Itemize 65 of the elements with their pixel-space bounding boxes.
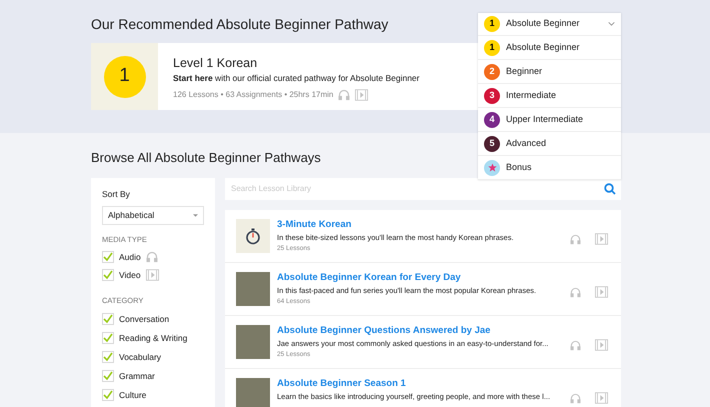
- dropdown-trigger[interactable]: 1 Absolute Beginner: [478, 13, 621, 36]
- dropdown-option[interactable]: Bonus: [478, 156, 621, 180]
- filter-label: Audio: [119, 250, 141, 264]
- video-icon: [355, 89, 368, 101]
- chevron-down-icon: [608, 22, 615, 26]
- filter-label: Video: [119, 268, 141, 282]
- photo-placeholder[interactable]: [236, 325, 270, 359]
- checkbox[interactable]: [102, 351, 114, 364]
- series-title[interactable]: Absolute Beginner Korean for Every Day: [277, 272, 570, 284]
- checkbox[interactable]: [102, 332, 114, 344]
- headphones-icon: [570, 392, 581, 404]
- filter-label: Grammar: [119, 370, 155, 383]
- headphones-icon: [146, 251, 158, 263]
- dropdown-option[interactable]: 1 Absolute Beginner: [478, 36, 621, 60]
- checkmark-icon: [103, 314, 113, 324]
- video-icon: [146, 269, 159, 281]
- star-icon: [488, 163, 496, 172]
- video-icon: [595, 339, 608, 351]
- pathway-description: Start here with our official curated pathway for Absolute Beginner: [173, 72, 420, 85]
- checkmark-icon: [103, 352, 113, 362]
- level-badge: 1: [484, 40, 500, 56]
- dropdown-option[interactable]: 2 Beginner: [478, 60, 621, 84]
- headphones-icon: [570, 340, 581, 350]
- section-title: Browse All Absolute Beginner Pathways: [91, 150, 321, 166]
- photo-placeholder[interactable]: [236, 378, 270, 407]
- level-badge: 5: [484, 136, 500, 152]
- filter-label: Conversation: [119, 312, 170, 326]
- section-title: Our Recommended Absolute Beginner Pathway: [91, 14, 388, 34]
- dropdown-option[interactable]: 3 Intermediate: [478, 84, 621, 108]
- level-badge: 1: [104, 56, 146, 98]
- series-title[interactable]: Absolute Beginner Season 1: [277, 378, 570, 390]
- checkbox[interactable]: [102, 370, 114, 382]
- pathway-title: Level 1 Korean: [173, 55, 258, 71]
- headphones-icon: [570, 286, 581, 298]
- checkbox[interactable]: [102, 313, 114, 326]
- checkbox[interactable]: [102, 389, 114, 402]
- filter-label: Vocabulary: [119, 350, 162, 364]
- pathway-meta: 126 Lessons • 63 Assignments • 25hrs 17min: [173, 89, 334, 101]
- checkbox[interactable]: [102, 251, 114, 263]
- sort-select[interactable]: Alphabetical: [102, 206, 204, 225]
- dropdown-option[interactable]: 4 Upper Intermediate: [478, 108, 621, 132]
- level-badge: 4: [484, 112, 500, 128]
- level-badge: 2: [484, 64, 500, 80]
- caret-icon: [193, 214, 198, 217]
- checkmark-icon: [103, 333, 113, 344]
- photo-placeholder[interactable]: [236, 272, 270, 306]
- stopwatch-icon: [245, 227, 261, 245]
- sort-label: Sort By: [102, 188, 131, 201]
- checkmark-icon: [103, 371, 113, 382]
- series-title[interactable]: 3-Minute Korean: [277, 219, 570, 231]
- headphones-icon: [570, 234, 581, 244]
- dropdown-value: Absolute Beginner: [506, 17, 581, 30]
- checkmark-icon: [103, 390, 113, 400]
- series-title[interactable]: Absolute Beginner Questions Answered by Jae: [277, 325, 570, 337]
- video-icon: [595, 286, 608, 298]
- dropdown-option[interactable]: 5 Advanced: [478, 132, 621, 156]
- level-badge: 3: [484, 88, 500, 104]
- level-badge: 1: [484, 16, 500, 32]
- checkbox[interactable]: [102, 269, 114, 281]
- search-icon[interactable]: [604, 183, 616, 195]
- headphones-icon: [338, 89, 350, 101]
- filter-label: Reading & Writing: [119, 332, 188, 345]
- video-icon: [595, 233, 608, 245]
- filter-label: Culture: [119, 388, 146, 402]
- video-icon: [595, 392, 608, 404]
